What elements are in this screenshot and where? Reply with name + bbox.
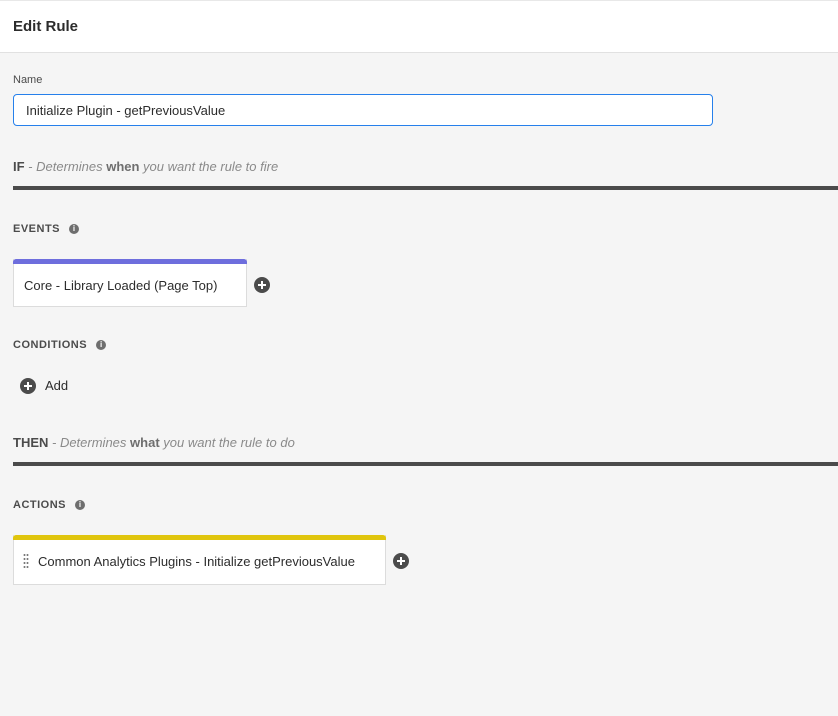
event-card-color-bar bbox=[13, 259, 247, 264]
conditions-label-text: CONDITIONS bbox=[13, 339, 88, 351]
actions-label: ACTIONS i bbox=[13, 499, 85, 511]
event-card[interactable]: Core - Library Loaded (Page Top) bbox=[13, 259, 247, 307]
info-icon[interactable]: i bbox=[96, 340, 107, 350]
add-action-plus-circle-icon[interactable] bbox=[393, 553, 409, 569]
action-card-label: Common Analytics Plugins - Initialize ge… bbox=[38, 554, 355, 569]
page-header: Edit Rule bbox=[0, 0, 838, 53]
if-divider bbox=[13, 186, 838, 190]
then-keyword: THEN bbox=[13, 435, 49, 450]
events-label-text: EVENTS bbox=[13, 223, 61, 235]
page-title: Edit Rule bbox=[13, 18, 79, 35]
actions-label-text: ACTIONS bbox=[13, 499, 66, 511]
info-icon[interactable]: i bbox=[69, 224, 80, 234]
name-input[interactable] bbox=[13, 94, 713, 126]
plus-circle-icon bbox=[20, 378, 36, 394]
event-card-label: Core - Library Loaded (Page Top) bbox=[24, 278, 218, 293]
then-desc-emphasis: what bbox=[130, 435, 160, 450]
events-label: EVENTS i bbox=[13, 223, 80, 235]
add-condition-label: Add bbox=[45, 378, 69, 393]
if-keyword: IF bbox=[13, 159, 25, 174]
then-section-heading: THEN - Determines what you want the rule… bbox=[13, 435, 295, 450]
if-section-heading: IF - Determines when you want the rule t… bbox=[13, 159, 278, 174]
conditions-label: CONDITIONS i bbox=[13, 339, 107, 351]
if-desc-suffix: you want the rule to fire bbox=[139, 159, 279, 174]
drag-handle-icon[interactable] bbox=[23, 553, 29, 569]
add-event-plus-circle-icon[interactable] bbox=[254, 277, 270, 293]
then-divider bbox=[13, 462, 838, 466]
name-field-label: Name bbox=[13, 74, 43, 86]
then-desc-prefix: - Determines bbox=[48, 435, 131, 450]
if-desc-prefix: - Determines bbox=[24, 159, 107, 174]
info-icon[interactable]: i bbox=[75, 500, 85, 510]
if-desc-emphasis: when bbox=[106, 159, 140, 174]
action-card-color-bar bbox=[13, 535, 386, 540]
action-card[interactable]: Common Analytics Plugins - Initialize ge… bbox=[13, 535, 386, 585]
then-desc-suffix: you want the rule to do bbox=[159, 435, 295, 450]
